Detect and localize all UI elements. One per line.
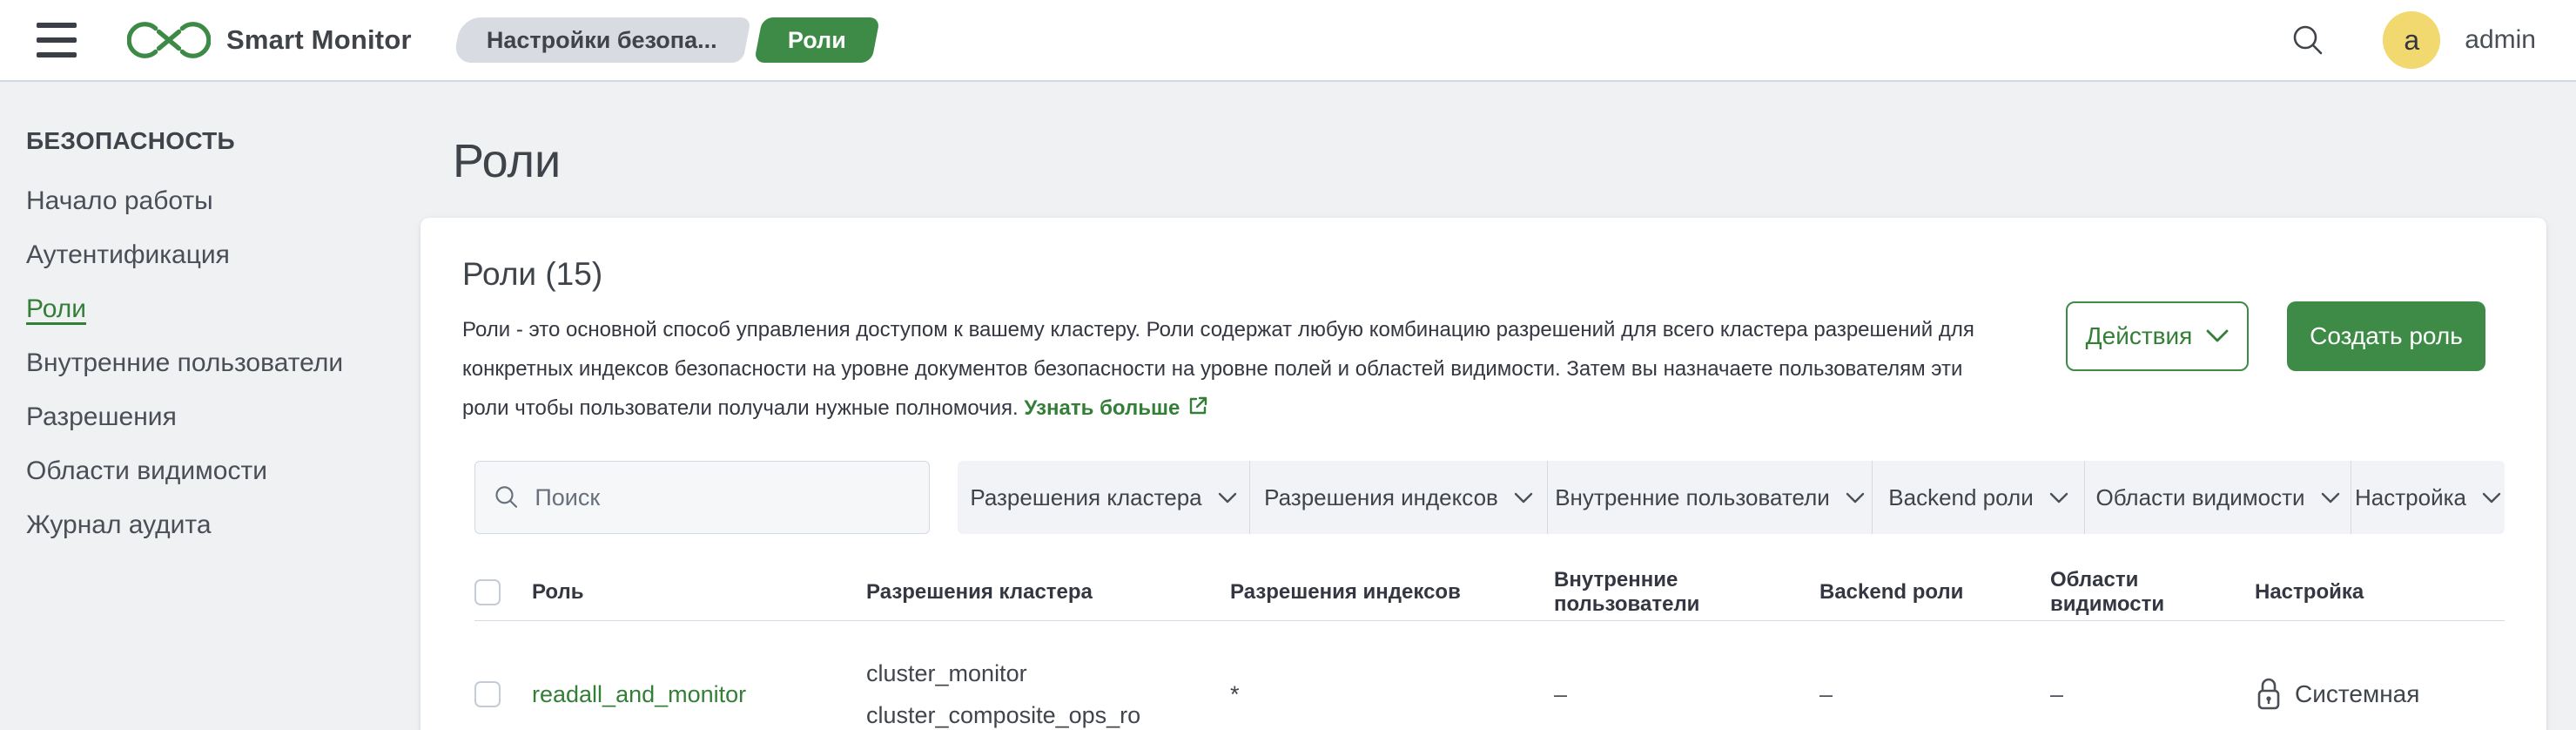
cluster-permission: cluster_composite_ops_ro: [866, 702, 1141, 728]
scopes-cell: –: [2050, 680, 2064, 707]
breadcrumb-security-settings[interactable]: Настройки безопа...: [452, 17, 751, 63]
roles-description: Роли - это основной способ управления до…: [462, 310, 2012, 428]
app-window: Smart Monitor Настройки безопа... Роли a…: [0, 0, 2576, 730]
roles-table: Роль Разрешения кластера Разрешения инде…: [474, 564, 2505, 730]
chevron-down-icon: [2482, 492, 2501, 503]
create-role-button[interactable]: Создать роль: [2287, 301, 2485, 371]
column-role: Роль: [532, 579, 584, 604]
sidebar-item-internal-users[interactable]: Внутренние пользователи: [26, 347, 383, 380]
column-backend-roles: Backend роли: [1819, 579, 1964, 604]
chevron-down-icon: [1846, 492, 1864, 503]
user-menu[interactable]: admin: [2465, 25, 2536, 55]
roles-count-heading: Роли (15): [462, 256, 603, 292]
roles-description-text: Роли - это основной способ управления до…: [462, 318, 1974, 420]
search-icon: [495, 486, 518, 508]
index-permissions-cell: *: [1230, 680, 1240, 707]
table-header-row: Роль Разрешения кластера Разрешения инде…: [474, 564, 2505, 621]
column-settings: Настройка: [2255, 579, 2364, 604]
smart-monitor-logo-icon[interactable]: [127, 20, 211, 60]
filter-internal-users[interactable]: Внутренние пользователи: [1547, 461, 1872, 534]
sidebar-heading: БЕЗОПАСНОСТЬ: [26, 127, 235, 154]
backend-roles-cell: –: [1819, 680, 1833, 707]
breadcrumb: Настройки безопа... Роли: [452, 17, 881, 63]
breadcrumb-roles[interactable]: Роли: [754, 17, 881, 63]
top-header: Smart Monitor Настройки безопа... Роли a…: [0, 0, 2576, 82]
filter-bar: Разрешения кластера Разрешения индексов …: [958, 461, 2505, 534]
security-sidebar: БЕЗОПАСНОСТЬ Начало работы Аутентификаци…: [0, 82, 409, 730]
sidebar-item-audit-log[interactable]: Журнал аудита: [26, 509, 383, 542]
column-scopes: Области видимости: [2050, 567, 2165, 616]
search-field[interactable]: [474, 461, 930, 534]
search-icon[interactable]: [2289, 21, 2327, 59]
sidebar-item-authentication[interactable]: Аутентификация: [26, 239, 383, 272]
chevron-down-icon: [1514, 492, 1533, 503]
app-name: Smart Monitor: [226, 24, 412, 55]
select-all-checkbox[interactable]: [474, 578, 501, 605]
column-index-permissions: Разрешения индексов: [1230, 579, 1461, 604]
internal-users-cell: –: [1554, 680, 1568, 707]
avatar-initial: a: [2404, 24, 2420, 56]
chevron-down-icon: [2206, 329, 2229, 342]
role-link[interactable]: readall_and_monitor: [532, 681, 746, 707]
settings-cell: Системная: [2295, 680, 2420, 707]
search-input[interactable]: [535, 483, 911, 511]
filter-scopes[interactable]: Области видимости: [2084, 461, 2351, 534]
cluster-permission: cluster_monitor: [866, 660, 1027, 686]
sidebar-item-permissions[interactable]: Разрешения: [26, 401, 383, 434]
lock-icon: [2257, 678, 2280, 710]
menu-icon[interactable]: [37, 23, 77, 57]
sidebar-item-getting-started[interactable]: Начало работы: [26, 185, 383, 218]
chevron-down-icon: [2321, 492, 2339, 503]
chevron-down-icon: [2049, 492, 2068, 503]
roles-panel: Роли (15) Роли - это основной способ упр…: [420, 218, 2546, 730]
learn-more-link[interactable]: Узнать больше: [1024, 396, 1209, 420]
chevron-down-icon: [1218, 492, 1236, 503]
filter-index-permissions[interactable]: Разрешения индексов: [1249, 461, 1547, 534]
filter-settings[interactable]: Настройка: [2351, 461, 2505, 534]
actions-button[interactable]: Действия: [2066, 301, 2249, 371]
avatar[interactable]: a: [2383, 11, 2441, 69]
table-row: readall_and_monitor cluster_monitor clus…: [474, 621, 2505, 730]
column-cluster-permissions: Разрешения кластера: [866, 579, 1093, 604]
panel-head-text: Роли (15) Роли - это основной способ упр…: [462, 256, 2012, 428]
filter-backend-roles[interactable]: Backend роли: [1872, 461, 2084, 534]
filter-cluster-permissions[interactable]: Разрешения кластера: [958, 461, 1249, 534]
column-internal-users: Внутренние пользователи: [1554, 567, 1700, 616]
sidebar-item-roles[interactable]: Роли: [26, 293, 383, 326]
row-checkbox[interactable]: [474, 681, 501, 707]
main-content: Роли Роли (15) Роли - это основной спосо…: [420, 82, 2546, 730]
page-title: Роли: [453, 135, 562, 187]
sidebar-item-scopes[interactable]: Области видимости: [26, 455, 383, 488]
